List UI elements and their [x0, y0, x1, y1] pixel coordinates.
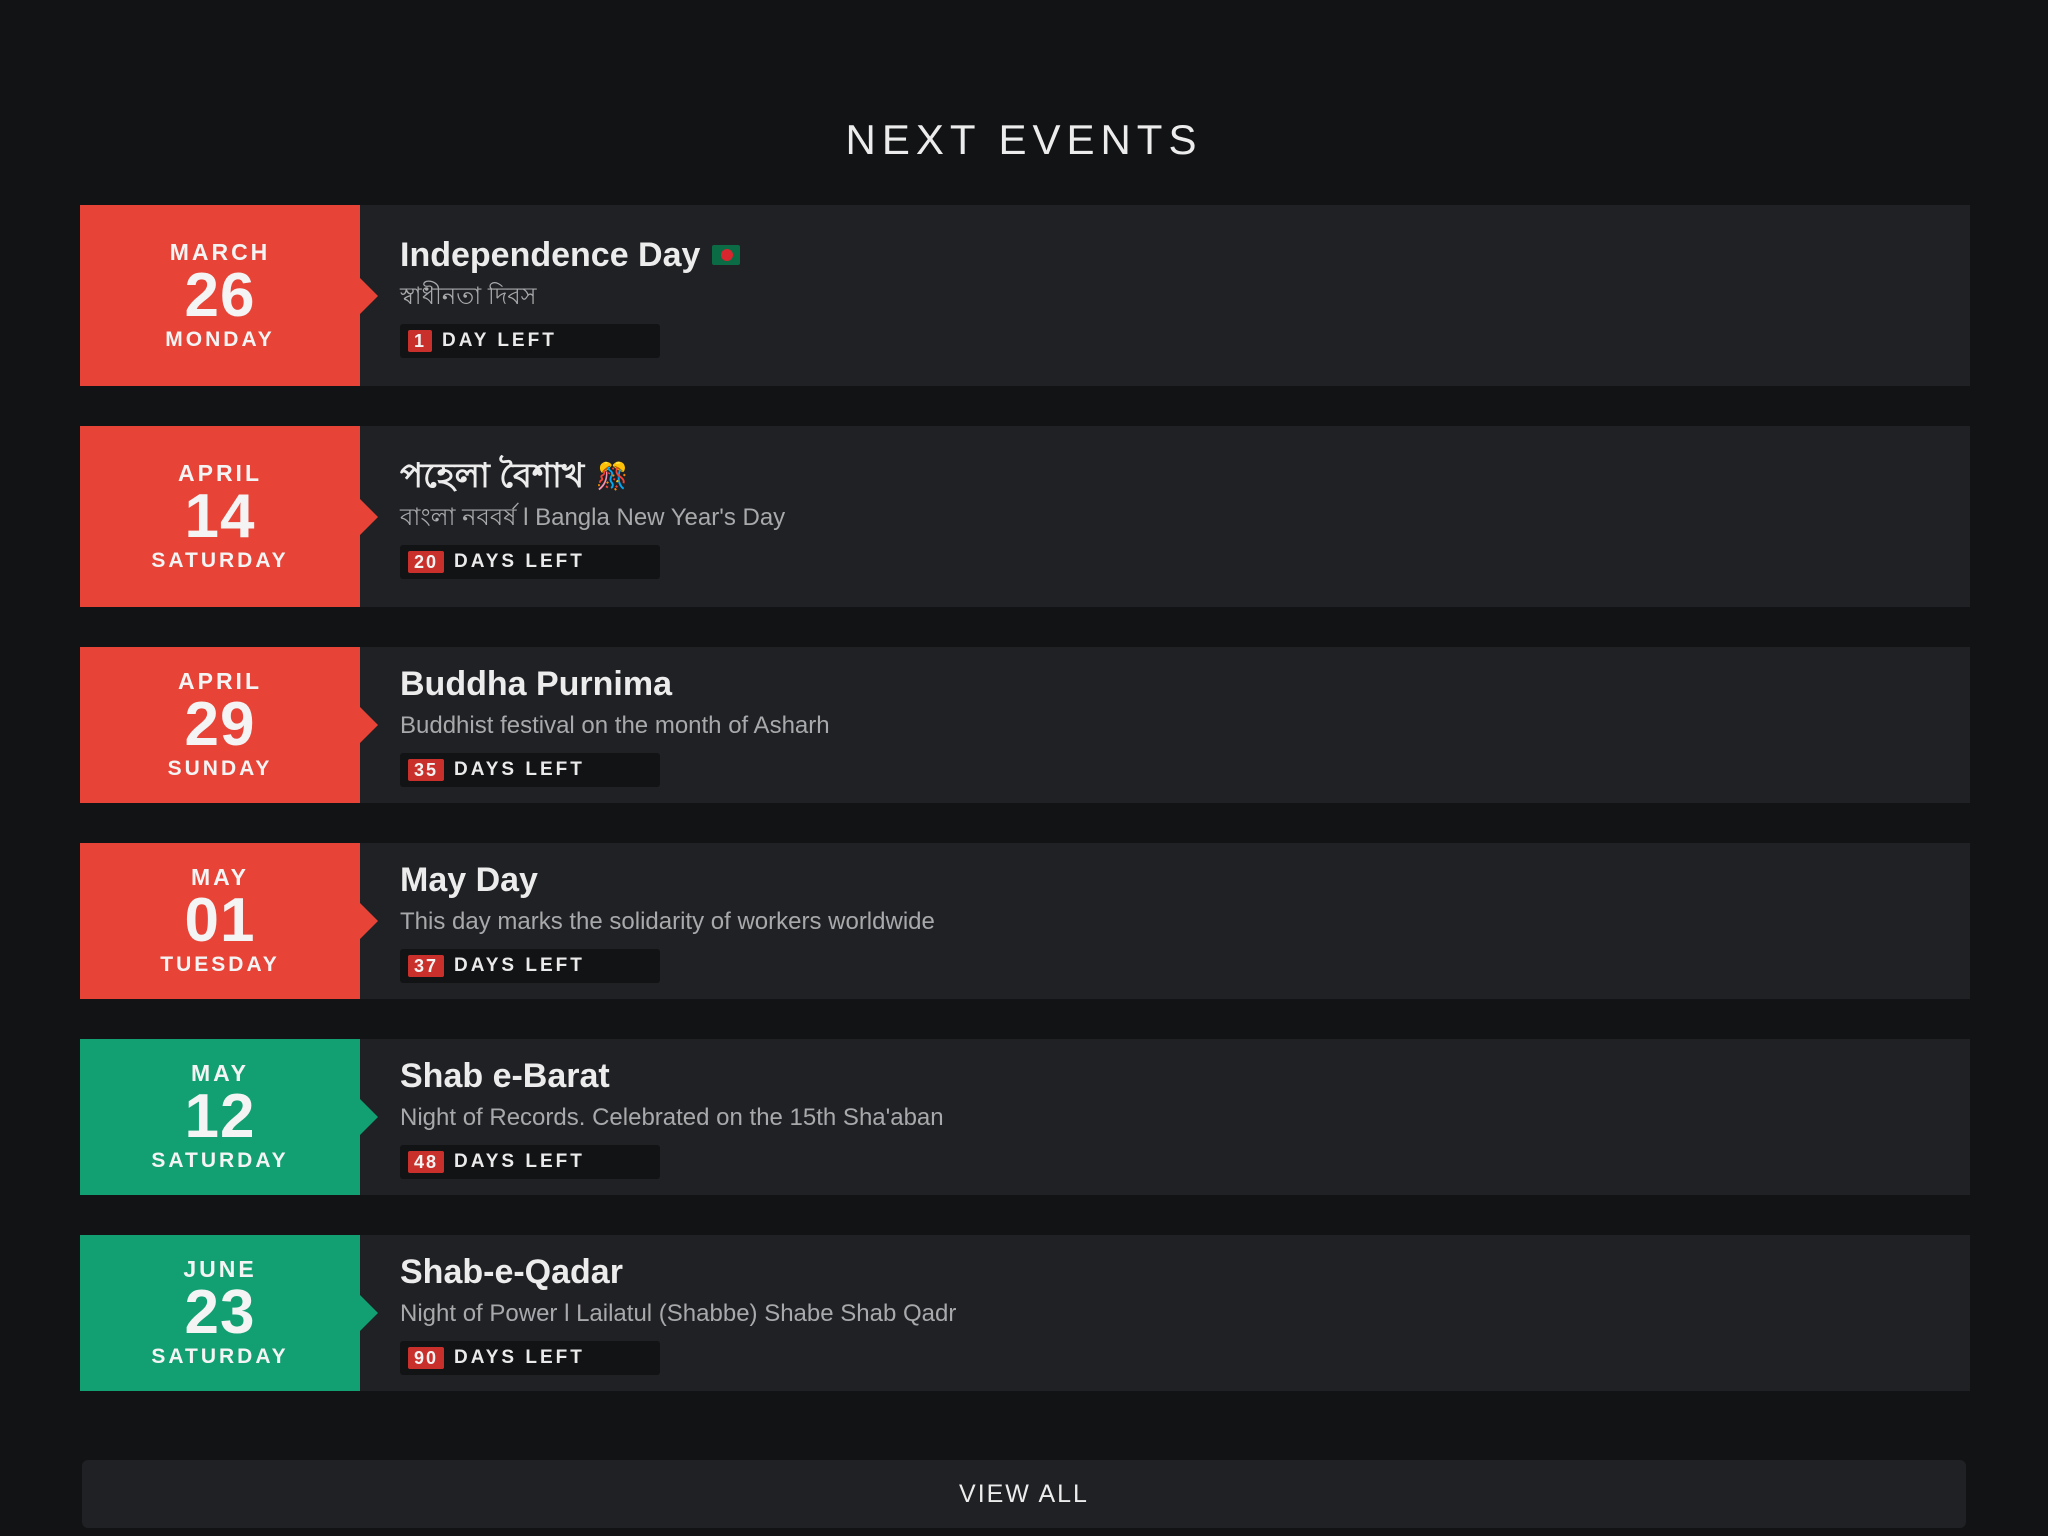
- event-card-may-day[interactable]: MAY 01 TUESDAY May Day This day marks th…: [80, 843, 1970, 999]
- event-body: Shab-e-Qadar Night of Power l Lailatul (…: [360, 1235, 956, 1391]
- countdown-badge: 37 DAYS LEFT: [400, 949, 660, 983]
- date-block: APRIL 14 SATURDAY: [80, 426, 378, 607]
- date-weekday: SATURDAY: [151, 548, 289, 572]
- days-count: 35: [408, 759, 445, 781]
- event-body: May Day This day marks the solidarity of…: [360, 843, 935, 999]
- days-count: 1: [408, 329, 433, 352]
- page-title: NEXT EVENTS: [845, 116, 1203, 163]
- days-left-label: DAY LEFT: [442, 329, 557, 351]
- event-title: Shab e-Barat: [400, 1057, 610, 1095]
- event-description: Buddhist festival on the month of Asharh: [400, 712, 830, 739]
- event-description: This day marks the solidarity of workers…: [400, 908, 935, 935]
- days-left-label: DAYS LEFT: [454, 1151, 585, 1172]
- event-description: বাংলা নববর্ষ l Bangla New Year's Day: [400, 503, 786, 531]
- days-count: 48: [408, 1151, 445, 1173]
- date-day: 14: [184, 481, 256, 551]
- date-day: 01: [184, 886, 256, 955]
- days-left-label: DAYS LEFT: [454, 759, 585, 780]
- event-title-row: Buddha Purnima: [400, 663, 830, 705]
- countdown-badge: 35 DAYS LEFT: [400, 753, 660, 787]
- date-weekday: MONDAY: [165, 327, 275, 351]
- date-block: MAY 01 TUESDAY: [80, 843, 378, 999]
- date-block: JUNE 23 SATURDAY: [80, 1235, 378, 1391]
- countdown-badge: 90 DAYS LEFT: [400, 1341, 660, 1375]
- event-title: Independence Day: [400, 235, 701, 274]
- date-day: 23: [184, 1278, 256, 1347]
- event-body: Shab e-Barat Night of Records. Celebrate…: [360, 1039, 944, 1195]
- date-weekday: TUESDAY: [160, 953, 280, 976]
- event-description: Night of Power l Lailatul (Shabbe) Shabe…: [400, 1300, 957, 1327]
- days-count: 37: [408, 955, 445, 977]
- event-body: Buddha Purnima Buddhist festival on the …: [360, 647, 830, 803]
- event-title-row: Independence Day: [400, 234, 741, 276]
- event-title-row: পহেলা বৈশাখ 🎊: [400, 455, 785, 497]
- days-count: 20: [408, 550, 445, 573]
- events-page: NEXT EVENTS MARCH 26 MONDAY Independence…: [0, 0, 2048, 1536]
- event-title-row: Shab-e-Qadar: [400, 1251, 956, 1293]
- event-list: MARCH 26 MONDAY Independence Day স্বাধীন…: [80, 205, 1970, 1431]
- event-title-row: Shab e-Barat: [400, 1055, 944, 1097]
- date-day: 12: [184, 1082, 256, 1151]
- date-day: 29: [184, 690, 256, 759]
- bangladesh-flag-icon: [712, 244, 741, 265]
- event-title: Shab-e-Qadar: [400, 1253, 623, 1291]
- view-all-button[interactable]: VIEW ALL: [82, 1460, 1966, 1528]
- event-card-pohela-boishakh[interactable]: APRIL 14 SATURDAY পহেলা বৈশাখ 🎊 বাংলা নব…: [80, 426, 1970, 607]
- event-card-buddha-purnima[interactable]: APRIL 29 SUNDAY Buddha Purnima Buddhist …: [80, 647, 1970, 803]
- date-block: MARCH 26 MONDAY: [80, 205, 378, 386]
- days-count: 90: [408, 1347, 445, 1369]
- date-day: 26: [184, 260, 256, 330]
- event-description: স্বাধীনতা দিবস: [400, 282, 537, 310]
- countdown-badge: 48 DAYS LEFT: [400, 1145, 660, 1179]
- date-weekday: SATURDAY: [151, 1149, 289, 1172]
- days-left-label: DAYS LEFT: [454, 1347, 585, 1368]
- event-card-shab-e-barat[interactable]: MAY 12 SATURDAY Shab e-Barat Night of Re…: [80, 1039, 1970, 1195]
- countdown-badge: 20 DAYS LEFT: [400, 544, 660, 579]
- days-left-label: DAYS LEFT: [454, 955, 585, 976]
- event-title-row: May Day: [400, 859, 935, 901]
- event-title: Buddha Purnima: [400, 665, 673, 703]
- event-body: Independence Day স্বাধীনতা দিবস 1 DAY LE…: [360, 205, 741, 386]
- days-left-label: DAYS LEFT: [454, 550, 585, 572]
- date-block: MAY 12 SATURDAY: [80, 1039, 378, 1195]
- event-title: May Day: [400, 861, 538, 899]
- event-card-independence-day[interactable]: MARCH 26 MONDAY Independence Day স্বাধীন…: [80, 205, 1970, 386]
- date-weekday: SATURDAY: [151, 1345, 289, 1368]
- event-body: পহেলা বৈশাখ 🎊 বাংলা নববর্ষ l Bangla New …: [360, 426, 785, 607]
- event-title: পহেলা বৈশাখ: [400, 456, 585, 495]
- event-description: Night of Records. Celebrated on the 15th…: [400, 1104, 944, 1131]
- event-card-shab-e-qadar[interactable]: JUNE 23 SATURDAY Shab-e-Qadar Night of P…: [80, 1235, 1970, 1391]
- date-block: APRIL 29 SUNDAY: [80, 647, 378, 803]
- date-weekday: SUNDAY: [167, 757, 273, 780]
- celebration-icon: 🎊: [596, 460, 629, 491]
- countdown-badge: 1 DAY LEFT: [400, 323, 660, 358]
